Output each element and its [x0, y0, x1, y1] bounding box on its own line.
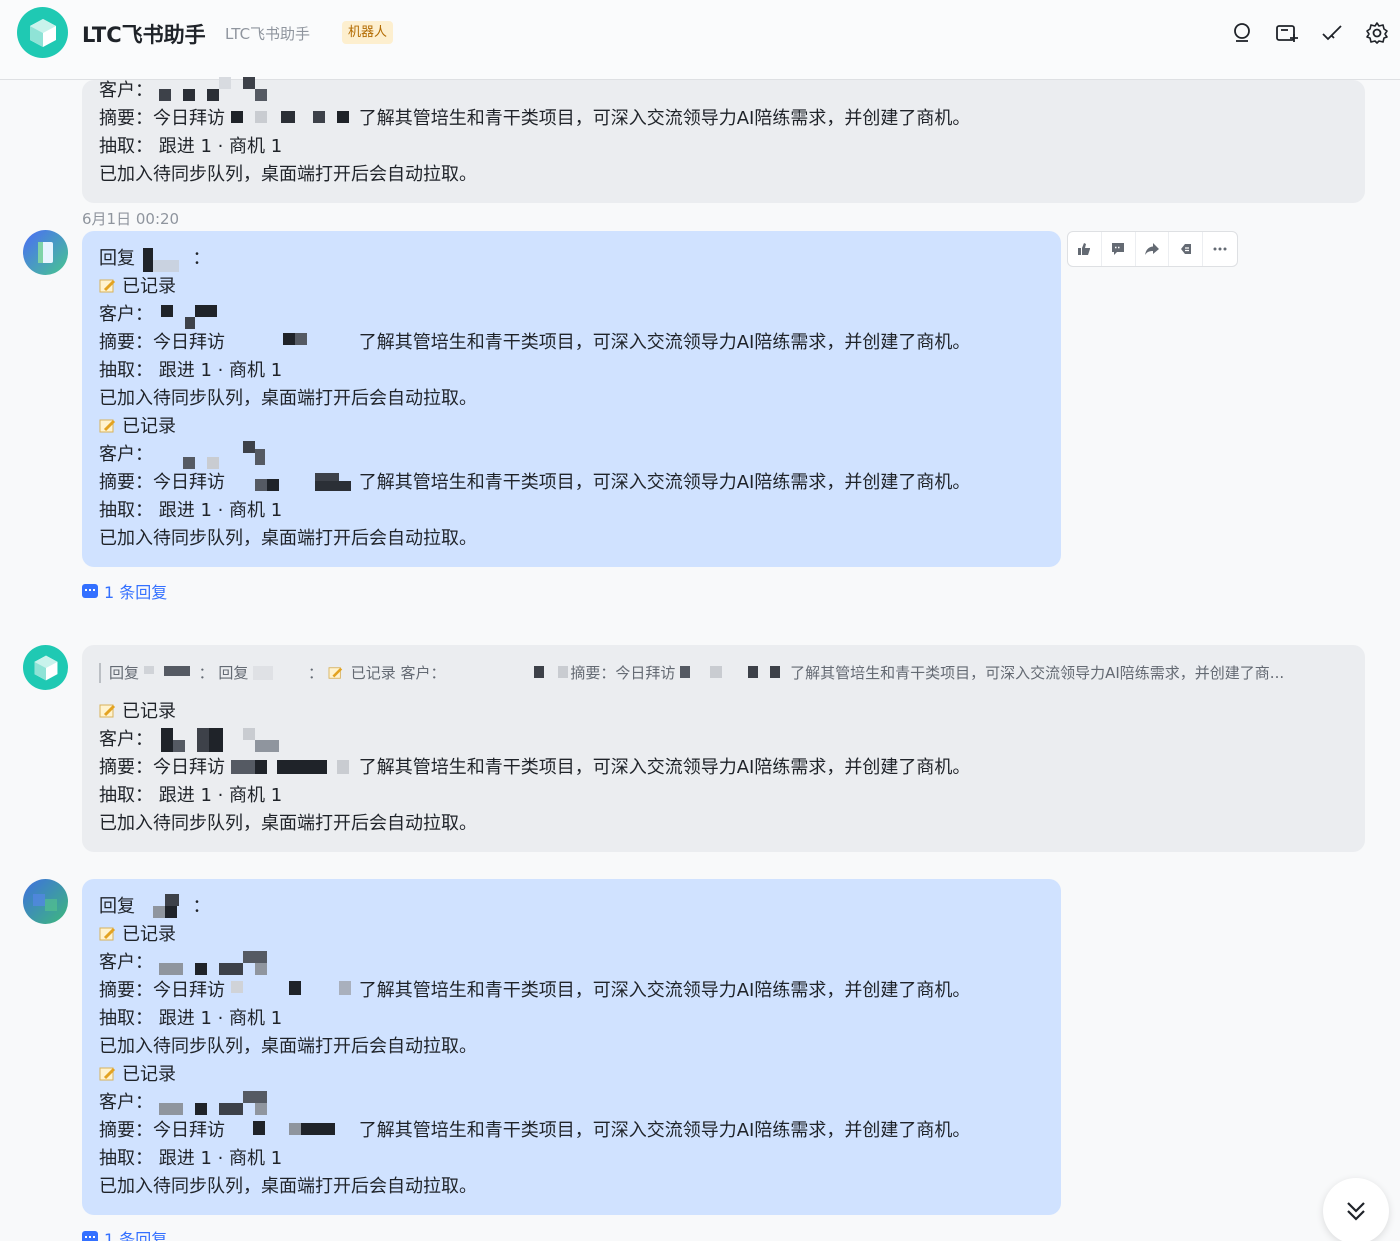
- recorded-line: 已记录: [99, 413, 176, 441]
- thumbs-up-icon[interactable]: [1068, 232, 1102, 266]
- customer-line: 客户：: [99, 77, 279, 105]
- redacted-name: [143, 665, 194, 682]
- recorded-line: 已记录: [99, 273, 176, 301]
- chat-subtitle: LTC飞书助手: [225, 25, 311, 43]
- redacted-name: [231, 473, 359, 493]
- cube-logo-icon: [34, 655, 57, 680]
- queue-line: 已加入待同步队列，桌面端打开后会自动拉取。: [99, 164, 477, 185]
- redacted-customer: [158, 77, 279, 105]
- comment-icon[interactable]: [1102, 232, 1136, 266]
- redacted-customer: [450, 665, 570, 682]
- redacted-name: [680, 665, 790, 682]
- pin-icon[interactable]: [1169, 232, 1204, 266]
- memo-icon: [99, 275, 117, 293]
- user-avatar[interactable]: [23, 230, 68, 275]
- extract-line: 抽取： 跟进 1 · 商机 1: [99, 1008, 283, 1029]
- memo-icon: [99, 415, 117, 433]
- reply-header: 回复 ：: [99, 893, 210, 921]
- thread-icon: [82, 1231, 98, 1241]
- redacted-name: [231, 333, 359, 353]
- redacted-customer: [159, 726, 279, 754]
- recorded-line: 已记录: [99, 698, 176, 726]
- redacted-customer: [159, 441, 279, 469]
- memo-icon: [99, 923, 117, 941]
- memo-icon: [99, 700, 117, 718]
- thread-reply-link[interactable]: 1 条回复: [82, 579, 167, 603]
- scroll-to-bottom-button[interactable]: [1323, 1178, 1389, 1241]
- bot-avatar[interactable]: [23, 645, 68, 690]
- redacted-reply-name: [141, 246, 187, 272]
- double-chevron-down-icon: [1347, 1202, 1365, 1221]
- cube-logo-icon: [29, 18, 56, 47]
- queue-line: 已加入待同步队列，桌面端打开后会自动拉取。: [99, 1036, 477, 1057]
- customer-line: 客户：: [99, 726, 279, 754]
- message-bubble-user[interactable]: 回复 ： 已记录 客户： 摘要：今日拜访 了解其管培生和青干类项目，可深入交流领…: [82, 231, 1061, 567]
- redacted-name: [230, 758, 359, 778]
- extract-line: 抽取： 跟进 1 · 商机 1: [99, 136, 283, 157]
- redacted-name: [230, 981, 359, 1001]
- settings-icon[interactable]: [1364, 20, 1390, 46]
- recorded-line: 已记录: [99, 921, 176, 949]
- extract-line: 抽取： 跟进 1 · 商机 1: [99, 360, 283, 381]
- redacted-name: [231, 1121, 359, 1141]
- queue-line: 已加入待同步队列，桌面端打开后会自动拉取。: [99, 528, 477, 549]
- queue-line: 已加入待同步队列，桌面端打开后会自动拉取。: [99, 813, 477, 834]
- summary-line: 摘要：今日拜访 了解其管培生和青干类项目，可深入交流领导力AI陪练需求，并创建了…: [99, 332, 971, 353]
- redacted-name: [230, 109, 359, 129]
- search-icon[interactable]: [1229, 20, 1255, 46]
- redacted-reply-name: [141, 894, 187, 920]
- summary-line: 摘要：今日拜访 了解其管培生和青干类项目，可深入交流领导力AI陪练需求，并创建了…: [99, 1120, 971, 1141]
- message-bubble-bot[interactable]: 客户： 摘要：今日拜访 了解其管培生和青干类项目，可深入交流领导力AI陪练需求，…: [82, 77, 1365, 203]
- message-action-toolbar: [1067, 231, 1238, 267]
- done-check-icon[interactable]: [1319, 20, 1345, 46]
- redacted-customer: [158, 1089, 279, 1117]
- summary-line: 摘要：今日拜访 了解其管培生和青干类项目，可深入交流领导力AI陪练需求，并创建了…: [99, 472, 971, 493]
- message-timestamp: 6月1日 00:20: [82, 210, 180, 228]
- user-avatar[interactable]: [23, 879, 68, 924]
- reply-header: 回复 ：: [99, 245, 210, 273]
- summary-line: 摘要：今日拜访 了解其管培生和青干类项目，可深入交流领导力AI陪练需求，并创建了…: [99, 108, 971, 129]
- queue-line: 已加入待同步队列，桌面端打开后会自动拉取。: [99, 388, 477, 409]
- redacted-customer: [158, 949, 279, 977]
- redacted-customer: [159, 301, 223, 329]
- summary-line: 摘要：今日拜访 了解其管培生和青干类项目，可深入交流领导力AI陪练需求，并创建了…: [99, 980, 971, 1001]
- thread-icon: [82, 584, 98, 598]
- add-tab-icon[interactable]: [1274, 20, 1300, 46]
- memo-icon: [99, 1063, 117, 1081]
- summary-line: 摘要：今日拜访 了解其管培生和青干类项目，可深入交流领导力AI陪练需求，并创建了…: [99, 757, 971, 778]
- customer-line: 客户：: [99, 301, 223, 329]
- bot-badge: 机器人: [342, 21, 394, 44]
- queue-line: 已加入待同步队列，桌面端打开后会自动拉取。: [99, 1176, 477, 1197]
- customer-line: 客户：: [99, 441, 279, 469]
- customer-line: 客户：: [99, 1089, 279, 1117]
- customer-line: 客户：: [99, 949, 279, 977]
- message-bubble-bot[interactable]: 回复 ： 回复 ： 已记录 客户： 摘要：今日拜访 了解其管培生和青干类项目，可…: [82, 645, 1365, 852]
- redacted-name: [253, 665, 303, 682]
- chat-title: LTC飞书助手: [82, 23, 206, 47]
- forward-icon[interactable]: [1136, 232, 1170, 266]
- extract-line: 抽取： 跟进 1 · 商机 1: [99, 500, 283, 521]
- recorded-line: 已记录: [99, 1061, 176, 1089]
- extract-line: 抽取： 跟进 1 · 商机 1: [99, 1148, 283, 1169]
- extract-line: 抽取： 跟进 1 · 商机 1: [99, 785, 283, 806]
- chat-header: LTC飞书助手 LTC飞书助手 机器人: [0, 0, 1400, 80]
- memo-icon: [328, 665, 346, 681]
- bot-avatar[interactable]: [17, 7, 68, 58]
- more-icon[interactable]: [1203, 232, 1237, 266]
- message-bubble-user[interactable]: 回复 ： 已记录 客户： 摘要：今日拜访 了解其管培生和青干类项目，可深入交流领…: [82, 879, 1061, 1215]
- quoted-message[interactable]: 回复 ： 回复 ： 已记录 客户： 摘要：今日拜访 了解其管培生和青干类项目，可…: [99, 663, 1284, 683]
- thread-reply-link[interactable]: 1 条回复: [82, 1226, 167, 1241]
